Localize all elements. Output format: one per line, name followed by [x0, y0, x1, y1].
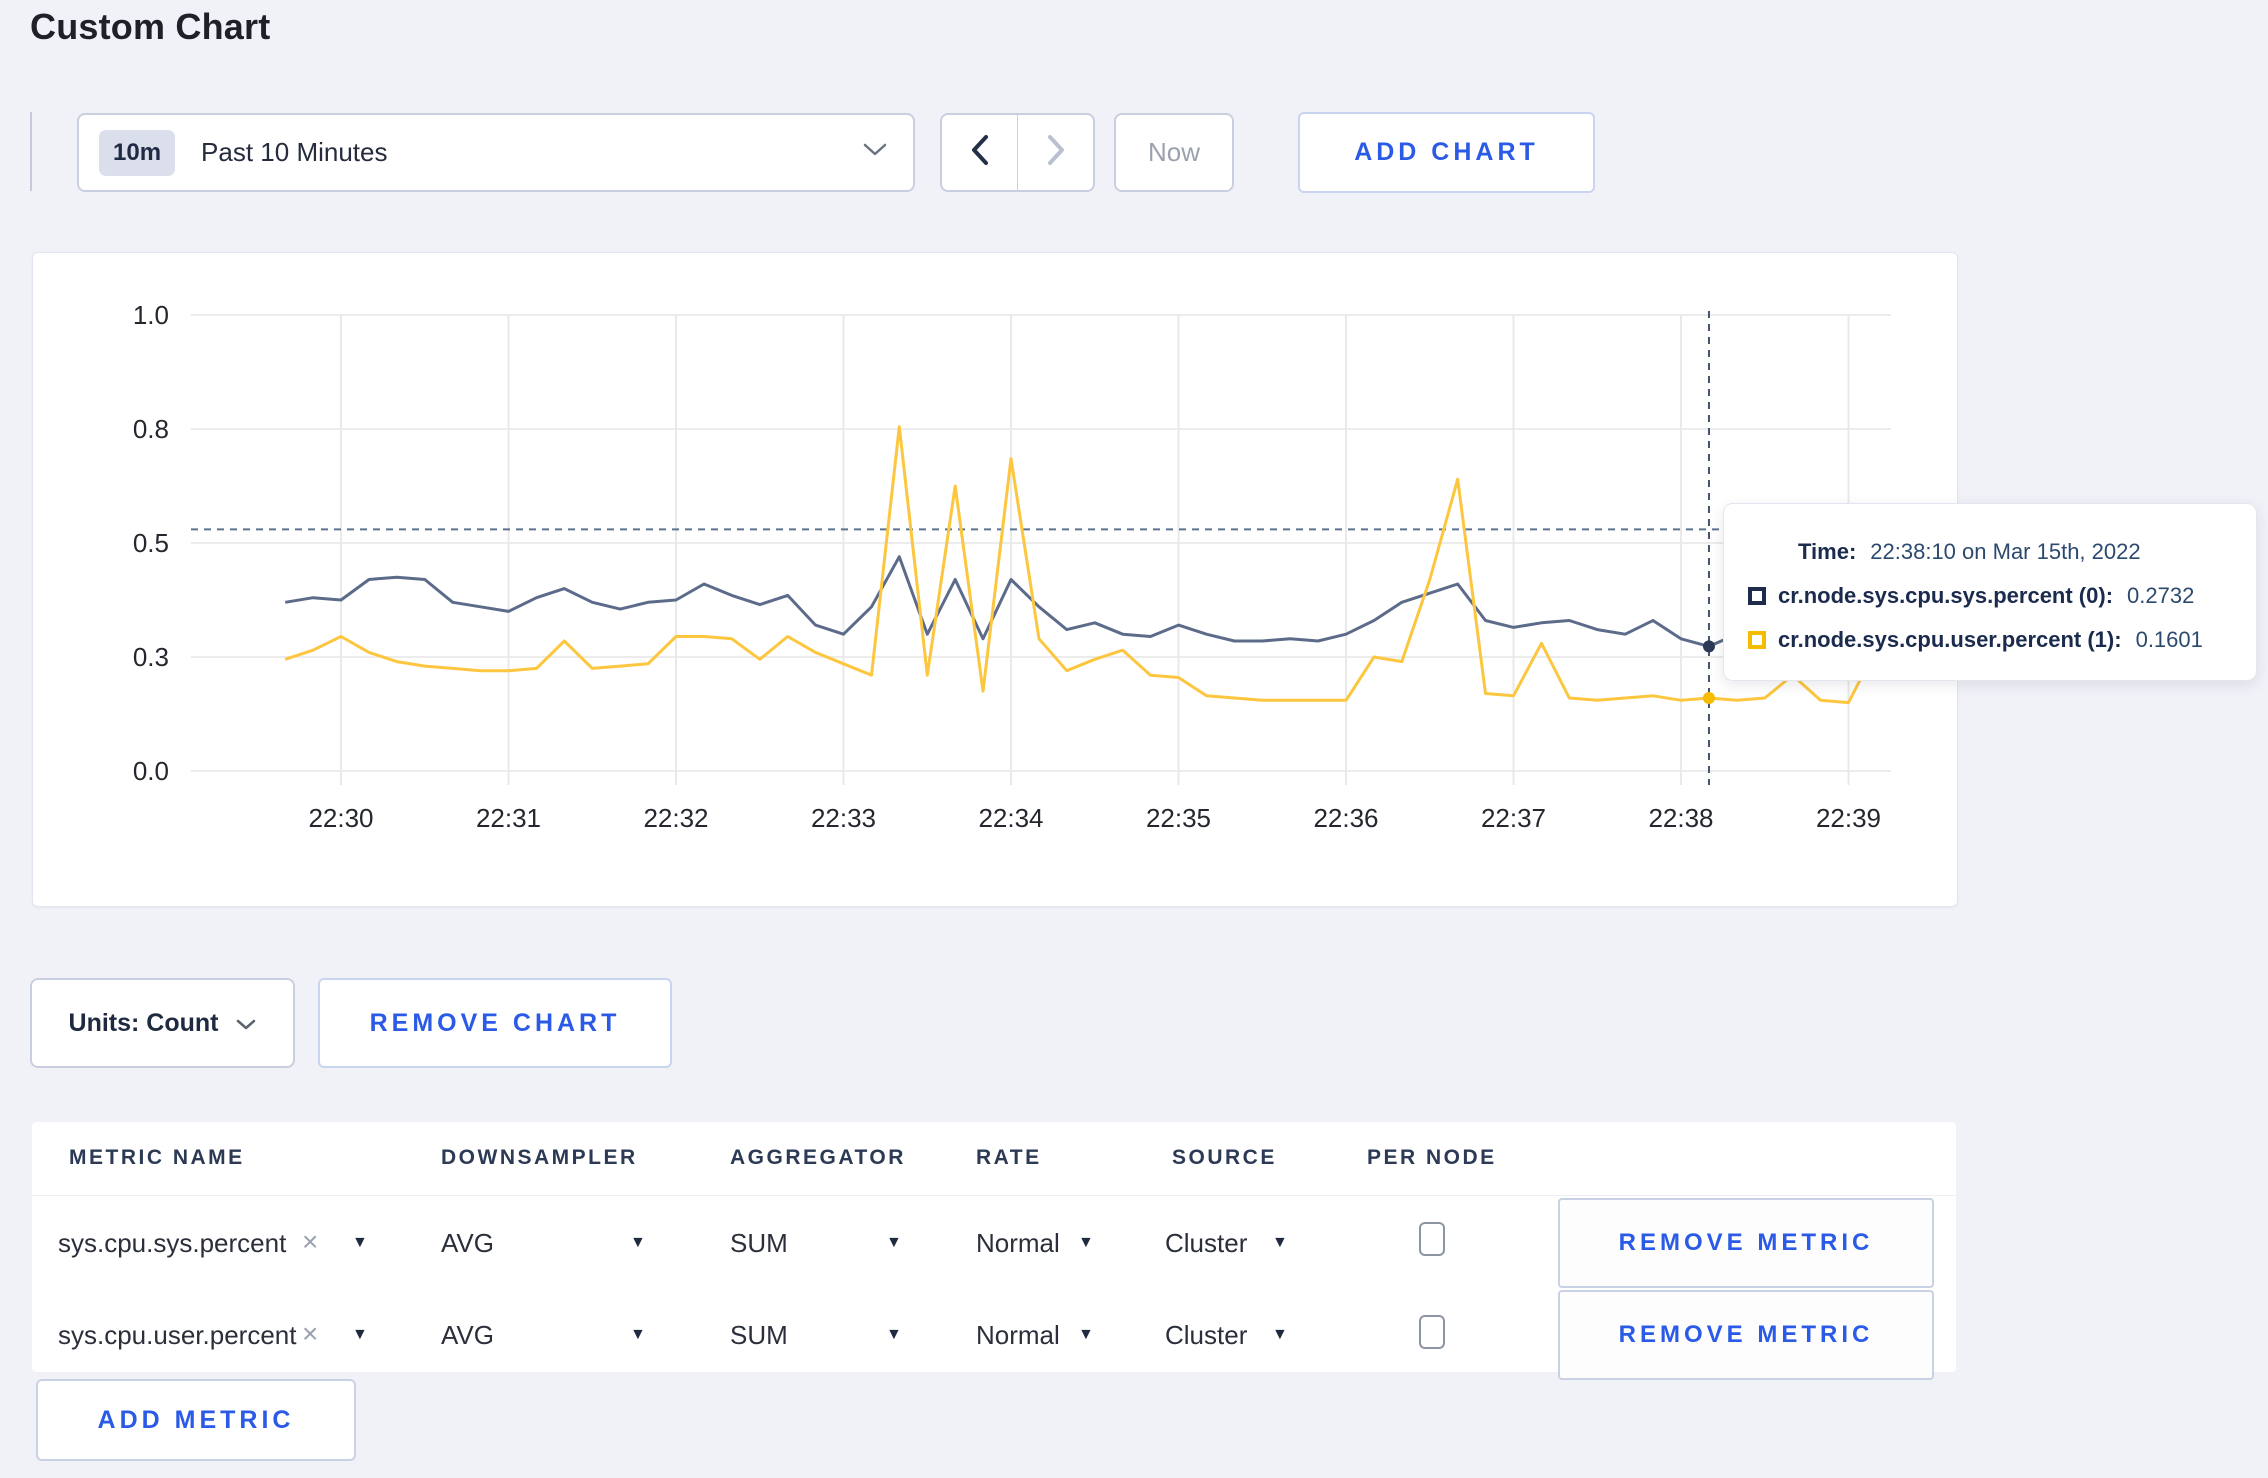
per-node-checkbox[interactable]	[1419, 1222, 1445, 1256]
tooltip-sys-series-name: cr.node.sys.cpu.sys.percent (0):	[1778, 583, 2114, 608]
series-line	[284, 425, 1891, 705]
remove-metric-x-icon[interactable]: ×	[302, 1318, 318, 1350]
x-axis-tick-label: 22:32	[643, 803, 708, 833]
x-axis-tick-label: 22:31	[476, 803, 541, 833]
downsampler-select[interactable]: AVG	[441, 1228, 494, 1259]
x-axis-tick-label: 22:35	[1146, 803, 1211, 833]
x-axis-tick-label: 22:38	[1648, 803, 1713, 833]
add-chart-button[interactable]: ADD CHART	[1298, 112, 1595, 193]
tooltip-time-value: 22:38:10 on Mar 15th, 2022	[1870, 539, 2141, 564]
cpu-percent-line-chart[interactable]: 0.0 0.3 0.5 0.8 1.0 22:30 22:31 22:32 22:33 22:34…	[33, 253, 1957, 906]
tooltip-sys-series-value: 0.2732	[2127, 583, 2195, 608]
remove-metric-button[interactable]: REMOVE METRIC	[1558, 1290, 1934, 1380]
table-header-divider	[32, 1195, 1956, 1196]
col-header-metric-name: METRIC NAME	[69, 1146, 245, 1169]
col-header-rate: RATE	[976, 1146, 1042, 1169]
x-axis-tick-label: 22:30	[308, 803, 373, 833]
downsampler-caret-icon[interactable]: ▼	[630, 1234, 646, 1252]
metric-name-value[interactable]: sys.cpu.sys.percent	[58, 1228, 286, 1259]
remove-metric-button[interactable]: REMOVE METRIC	[1558, 1198, 1934, 1288]
y-axis-tick-label: 0.0	[133, 756, 169, 786]
chevron-right-icon	[1046, 134, 1066, 171]
chevron-down-icon	[863, 143, 887, 162]
tooltip-user-series-value: 0.1601	[2135, 627, 2203, 652]
y-axis-tick-label: 0.8	[133, 414, 169, 444]
metric-name-caret-icon[interactable]: ▼	[352, 1326, 368, 1344]
remove-metric-x-icon[interactable]: ×	[302, 1226, 318, 1258]
source-caret-icon[interactable]: ▼	[1272, 1326, 1288, 1344]
page-title: Custom Chart	[30, 6, 271, 47]
rate-caret-icon[interactable]: ▼	[1078, 1234, 1094, 1252]
remove-chart-button[interactable]: REMOVE CHART	[318, 978, 672, 1068]
rate-select[interactable]: Normal	[976, 1320, 1060, 1351]
tooltip-time-label: Time:	[1798, 539, 1857, 564]
source-select[interactable]: Cluster	[1165, 1320, 1247, 1351]
downsampler-select[interactable]: AVG	[441, 1320, 494, 1351]
metric-name-value[interactable]: sys.cpu.user.percent	[58, 1320, 296, 1351]
source-select[interactable]: Cluster	[1165, 1228, 1247, 1259]
x-axis-tick-label: 22:36	[1313, 803, 1378, 833]
chart-hover-tooltip: Time: 22:38:10 on Mar 15th, 2022 cr.node…	[1723, 503, 2257, 681]
y-axis-tick-label: 1.0	[133, 300, 169, 330]
aggregator-select[interactable]: SUM	[730, 1320, 788, 1351]
units-select[interactable]: Units: Count	[30, 978, 295, 1068]
toolbar-divider	[30, 112, 32, 191]
time-window-badge: 10m	[99, 129, 176, 176]
time-prev-button[interactable]	[940, 113, 1018, 192]
x-axis-tick-label: 22:34	[978, 803, 1043, 833]
x-axis-tick-label: 22:39	[1816, 803, 1881, 833]
sys-series-swatch-icon	[1748, 587, 1766, 605]
aggregator-select[interactable]: SUM	[730, 1228, 788, 1259]
x-axis-tick-label: 22:37	[1481, 803, 1546, 833]
tooltip-user-series-name: cr.node.sys.cpu.user.percent (1):	[1778, 627, 2122, 652]
y-axis-tick-label: 0.3	[133, 642, 169, 672]
rate-caret-icon[interactable]: ▼	[1078, 1326, 1094, 1344]
x-axis-tick-label: 22:33	[811, 803, 876, 833]
chart-card[interactable]: 0.0 0.3 0.5 0.8 1.0 22:30 22:31 22:32 22:33 22:34…	[32, 252, 1958, 907]
rate-select[interactable]: Normal	[976, 1228, 1060, 1259]
user-series-swatch-icon	[1748, 631, 1766, 649]
now-button[interactable]: Now	[1114, 113, 1234, 192]
chevron-left-icon	[970, 134, 990, 171]
time-window-select[interactable]: 10m Past 10 Minutes	[77, 113, 915, 192]
chevron-down-icon	[236, 1009, 256, 1038]
col-header-downsampler: DOWNSAMPLER	[441, 1146, 638, 1169]
aggregator-caret-icon[interactable]: ▼	[886, 1234, 902, 1252]
units-label: Units: Count	[68, 1008, 219, 1037]
time-window-label: Past 10 Minutes	[201, 137, 388, 167]
time-next-button[interactable]	[1017, 113, 1095, 192]
add-metric-button[interactable]: ADD METRIC	[36, 1379, 356, 1461]
series-line	[284, 555, 1892, 648]
per-node-checkbox[interactable]	[1419, 1315, 1445, 1349]
y-axis-tick-label: 0.5	[133, 528, 169, 558]
col-header-aggregator: AGGREGATOR	[730, 1146, 906, 1169]
col-header-per-node: PER NODE	[1367, 1146, 1497, 1169]
downsampler-caret-icon[interactable]: ▼	[630, 1326, 646, 1344]
aggregator-caret-icon[interactable]: ▼	[886, 1326, 902, 1344]
source-caret-icon[interactable]: ▼	[1272, 1234, 1288, 1252]
col-header-source: SOURCE	[1172, 1146, 1277, 1169]
metric-name-caret-icon[interactable]: ▼	[352, 1234, 368, 1252]
